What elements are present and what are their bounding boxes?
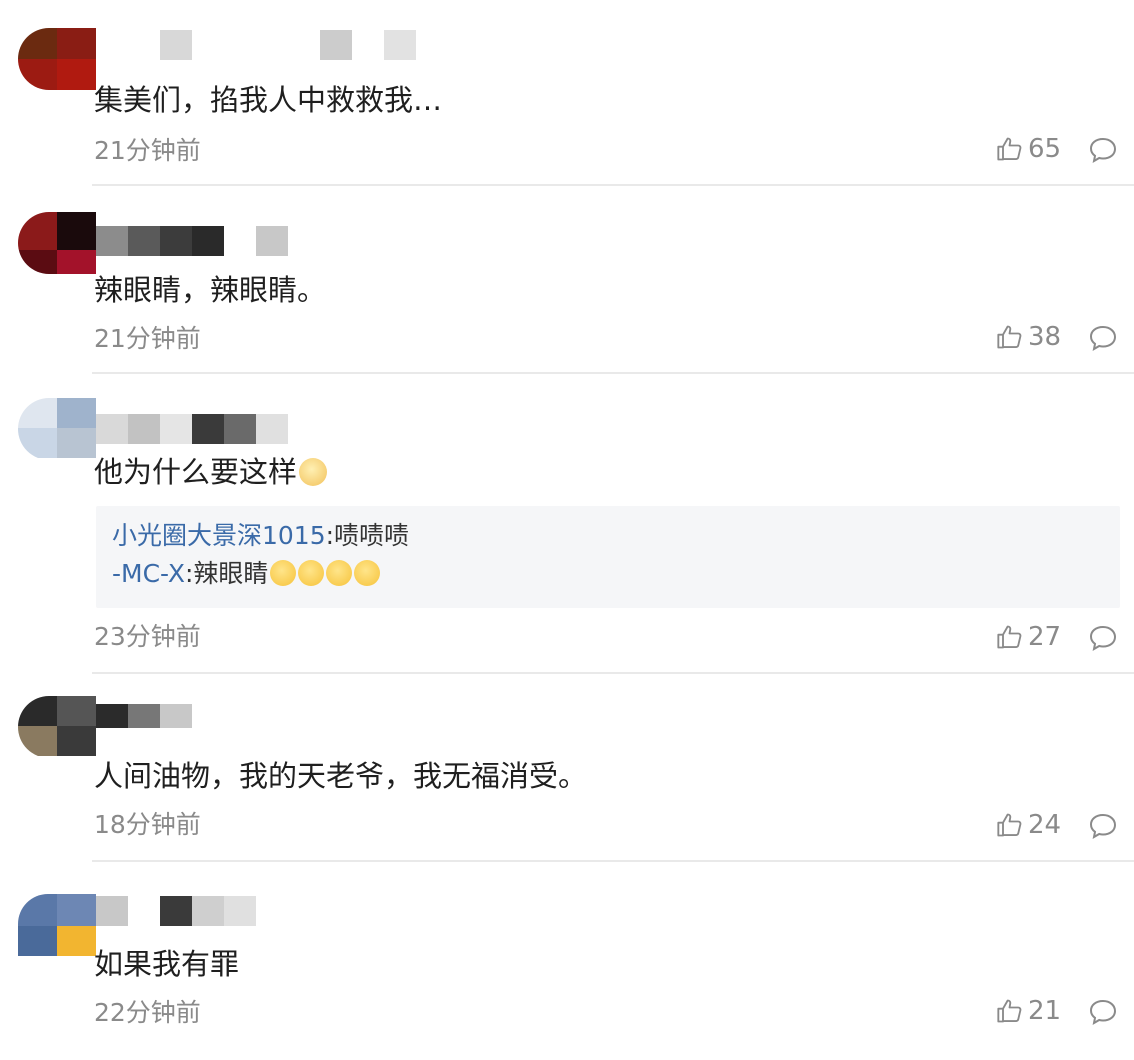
thumbs-up-icon xyxy=(997,999,1022,1023)
comment-text: 如果我有罪 xyxy=(94,947,240,981)
like-count: 38 xyxy=(1028,322,1062,352)
username-blurred[interactable] xyxy=(96,226,288,256)
emoji-icon xyxy=(354,560,381,586)
reply-content: :辣眼睛 xyxy=(184,559,269,588)
username-blurred[interactable] xyxy=(96,414,288,444)
thumbs-up-icon xyxy=(997,625,1022,649)
comment-text: 人间油物，我的天老爷，我无福消受。 xyxy=(94,759,588,793)
like-button[interactable]: 21 xyxy=(996,996,1061,1026)
username-blurred[interactable] xyxy=(96,704,192,728)
username-blurred[interactable] xyxy=(96,30,416,60)
thumbs-up-icon xyxy=(997,813,1022,837)
comment-text: 他为什么要这样 xyxy=(94,452,328,492)
comment-time: 21分钟前 xyxy=(94,136,201,165)
avatar[interactable] xyxy=(18,398,96,460)
emoji-icon xyxy=(326,560,353,586)
comment-icon[interactable] xyxy=(1088,324,1118,352)
reply-username[interactable]: 小光圈大景深1015 xyxy=(112,521,326,550)
reply-content: :啧啧啧 xyxy=(325,521,410,550)
like-button[interactable]: 38 xyxy=(996,322,1061,352)
comment-time: 18分钟前 xyxy=(94,810,201,839)
comment-text-content: 他为什么要这样 xyxy=(94,455,298,489)
thumbs-up-icon xyxy=(997,137,1022,161)
comment-icon[interactable] xyxy=(1088,998,1118,1026)
avatar[interactable] xyxy=(18,28,96,90)
divider xyxy=(92,372,1134,374)
like-count: 27 xyxy=(1028,622,1062,652)
like-count: 65 xyxy=(1028,134,1062,164)
reply-line: -MC-X:辣眼睛 xyxy=(112,558,381,590)
comment-icon[interactable] xyxy=(1088,136,1118,164)
doge-emoji-icon xyxy=(299,458,328,486)
comment-text: 集美们，掐我人中救救我… xyxy=(94,83,443,117)
comment-time: 23分钟前 xyxy=(94,622,201,651)
reply-preview-box[interactable]: 小光圈大景深1015:啧啧啧 -MC-X:辣眼睛 xyxy=(96,506,1120,608)
comment-time: 22分钟前 xyxy=(94,998,201,1027)
comment-icon[interactable] xyxy=(1088,624,1118,652)
divider xyxy=(92,184,1134,186)
emoji-icon xyxy=(270,560,297,586)
reply-line: 小光圈大景深1015:啧啧啧 xyxy=(112,520,409,552)
avatar[interactable] xyxy=(18,212,96,274)
like-count: 24 xyxy=(1028,810,1062,840)
comment-text: 辣眼睛，辣眼睛。 xyxy=(94,273,327,307)
thumbs-up-icon xyxy=(997,325,1022,349)
avatar[interactable] xyxy=(18,894,96,956)
divider xyxy=(92,860,1134,862)
like-button[interactable]: 24 xyxy=(996,810,1061,840)
avatar[interactable] xyxy=(18,696,96,758)
like-button[interactable]: 27 xyxy=(996,622,1061,652)
comment-icon[interactable] xyxy=(1088,812,1118,840)
like-button[interactable]: 65 xyxy=(996,134,1061,164)
username-blurred[interactable] xyxy=(96,896,256,926)
reply-username[interactable]: -MC-X xyxy=(112,559,185,588)
divider xyxy=(92,672,1134,674)
comment-time: 21分钟前 xyxy=(94,324,201,353)
like-count: 21 xyxy=(1028,996,1062,1026)
emoji-icon xyxy=(298,560,325,586)
